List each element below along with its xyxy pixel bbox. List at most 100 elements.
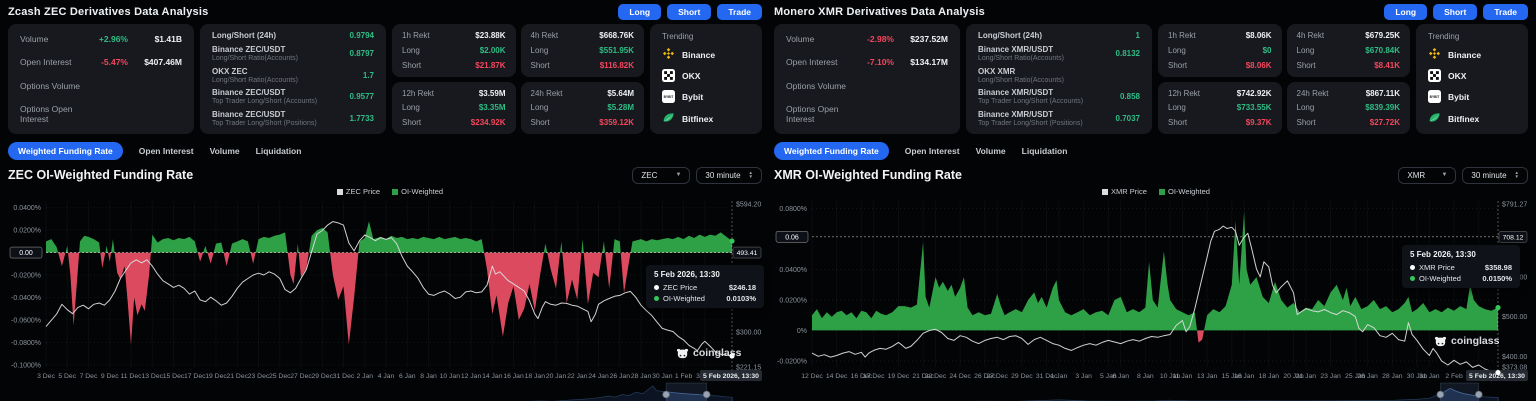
- ratio-row: Binance XMR/USDTTop Trader Long/Short (A…: [978, 88, 1140, 105]
- svg-text:19 Dec: 19 Dec: [205, 373, 227, 380]
- oi-weighted-dot-icon: [1410, 276, 1415, 281]
- price-dot-icon: [654, 285, 659, 290]
- tab-open-interest[interactable]: Open Interest: [139, 146, 194, 156]
- svg-text:16 Jan: 16 Jan: [1234, 373, 1255, 380]
- svg-text:28 Jan: 28 Jan: [631, 373, 652, 380]
- rekt-grid: 1h Rekt$23.88KLong$2.00KShort$21.87K 4h …: [392, 24, 644, 134]
- interval-stepper[interactable]: 30 minute▲▼: [1462, 167, 1528, 184]
- svg-text:27 Dec: 27 Dec: [986, 373, 1008, 380]
- svg-text:29 Dec: 29 Dec: [311, 373, 333, 380]
- svg-text:708.12: 708.12: [1503, 234, 1524, 241]
- long-button[interactable]: Long: [1384, 4, 1427, 20]
- tab-liquidation[interactable]: Liquidation: [256, 146, 302, 156]
- chart-title-zec: ZEC OI-Weighted Funding Rate: [8, 168, 193, 182]
- svg-text:$400.00: $400.00: [1502, 354, 1527, 361]
- zec-chart-tabs: Weighted Funding Rate Open Interest Volu…: [8, 142, 762, 159]
- xmr-funding-chart[interactable]: XMR Price OI-Weighted 0.0800%0.0400%0.02…: [774, 187, 1528, 401]
- long-button[interactable]: Long: [618, 4, 661, 20]
- trade-button[interactable]: Trade: [1483, 4, 1528, 20]
- svg-text:8 Jan: 8 Jan: [420, 373, 437, 380]
- svg-text:0.0200%: 0.0200%: [13, 228, 41, 235]
- oi-weighted-legend-swatch: [392, 189, 398, 195]
- volume-oi-card: Volume-2.98%$237.52M Open Interest-7.10%…: [774, 24, 960, 134]
- stepper-arrows-icon: ▲▼: [1515, 171, 1519, 179]
- svg-text:8 Jan: 8 Jan: [1137, 373, 1154, 380]
- trending-item-bitfinex[interactable]: Bitfinex: [662, 111, 750, 126]
- bybit-icon: BYBIT: [1428, 90, 1441, 105]
- stat-row-volume: Volume+2.96%$1.41B: [20, 34, 182, 44]
- ratio-row: OKX XMRLong/Short Ratio(Accounts): [978, 67, 1140, 84]
- zec-panel: Zcash ZEC Derivatives Data Analysis Long…: [8, 3, 762, 401]
- coin-select[interactable]: ZEC▼: [632, 167, 690, 184]
- svg-text:22 Jan: 22 Jan: [567, 373, 588, 380]
- coin-select[interactable]: XMR▼: [1398, 167, 1456, 184]
- svg-text:-0.0200%: -0.0200%: [11, 273, 41, 280]
- stat-row-options-oi: Options Open Interest: [20, 104, 182, 124]
- svg-text:26 Jan: 26 Jan: [1357, 373, 1378, 380]
- bitfinex-icon: [1428, 111, 1441, 126]
- trending-item-bitfinex[interactable]: Bitfinex: [1428, 111, 1516, 126]
- svg-text:16 Jan: 16 Jan: [503, 373, 524, 380]
- svg-text:26 Jan: 26 Jan: [610, 373, 631, 380]
- tab-weighted-funding-rate[interactable]: Weighted Funding Rate: [8, 142, 123, 160]
- tab-open-interest[interactable]: Open Interest: [905, 146, 960, 156]
- tab-weighted-funding-rate[interactable]: Weighted Funding Rate: [774, 142, 889, 160]
- xmr-chart-tabs: Weighted Funding Rate Open Interest Volu…: [774, 142, 1528, 159]
- trending-item-bybit[interactable]: BYBITBybit: [662, 90, 750, 105]
- svg-text:-0.0600%: -0.0600%: [11, 317, 41, 324]
- svg-text:31 Jan: 31 Jan: [1419, 373, 1440, 380]
- change-badge: -7.10%: [852, 57, 894, 67]
- short-button[interactable]: Short: [667, 4, 711, 20]
- volume-oi-card: Volume+2.96%$1.41B Open Interest-5.47%$4…: [8, 24, 194, 134]
- svg-text:18 Jan: 18 Jan: [525, 373, 546, 380]
- tab-volume[interactable]: Volume: [210, 146, 240, 156]
- trending-item-bybit[interactable]: BYBITBybit: [1428, 90, 1516, 105]
- rekt-tile-1h: 1h Rekt$23.88KLong$2.00KShort$21.87K: [392, 24, 516, 77]
- svg-text:1 Jan: 1 Jan: [1051, 373, 1068, 380]
- trending-item-okx[interactable]: OKX: [662, 69, 750, 84]
- svg-text:15 Dec: 15 Dec: [163, 373, 185, 380]
- bybit-icon: BYBIT: [662, 90, 675, 105]
- tab-liquidation[interactable]: Liquidation: [1022, 146, 1068, 156]
- long-short-ratios-card: Long/Short (24h)1 Binance XMR/USDTLong/S…: [966, 24, 1152, 134]
- svg-text:20 Jan: 20 Jan: [546, 373, 567, 380]
- okx-icon: [1428, 69, 1441, 84]
- svg-text:BYBIT: BYBIT: [664, 95, 674, 99]
- svg-text:BYBIT: BYBIT: [1430, 95, 1440, 99]
- trending-item-okx[interactable]: OKX: [1428, 69, 1516, 84]
- change-badge: +2.96%: [86, 34, 128, 44]
- stepper-arrows-icon: ▲▼: [749, 171, 753, 179]
- stat-row-options-volume: Options Volume: [786, 81, 948, 91]
- svg-text:0.0400%: 0.0400%: [779, 267, 807, 274]
- svg-text:5 Dec: 5 Dec: [58, 373, 76, 380]
- svg-text:23 Jan: 23 Jan: [1320, 373, 1341, 380]
- xmr-chart-header: XMR OI-Weighted Funding Rate XMR▼ 30 min…: [774, 165, 1528, 185]
- xmr-panel-header: Monero XMR Derivatives Data Analysis Lon…: [774, 3, 1528, 20]
- svg-text:14 Jan: 14 Jan: [482, 373, 503, 380]
- trending-item-binance[interactable]: Binance: [662, 47, 750, 62]
- zec-funding-chart[interactable]: ZEC Price OI-Weighted 0.0400%0.0200%-0.0…: [8, 187, 762, 401]
- chart-canvas[interactable]: 0.0800%0.0400%0.0200%0%-0.0200%$791.27$6…: [774, 187, 1528, 401]
- svg-text:$500.00: $500.00: [1502, 314, 1527, 321]
- binance-icon: [662, 47, 675, 62]
- change-badge: -2.98%: [852, 34, 894, 44]
- chart-title-xmr: XMR OI-Weighted Funding Rate: [774, 168, 962, 182]
- ratio-row: Binance XMR/USDTLong/Short Ratio(Account…: [978, 45, 1140, 62]
- svg-text:21 Jan: 21 Jan: [1296, 373, 1317, 380]
- tab-volume[interactable]: Volume: [976, 146, 1006, 156]
- svg-text:11 Jan: 11 Jan: [1172, 373, 1192, 380]
- chart-legend: XMR Price OI-Weighted: [774, 187, 1528, 196]
- svg-text:$594.20: $594.20: [736, 202, 761, 209]
- svg-text:24 Jan: 24 Jan: [588, 373, 609, 380]
- stat-row-options-oi: Options Open Interest: [786, 104, 948, 124]
- zec-chart-header: ZEC OI-Weighted Funding Rate ZEC▼ 30 min…: [8, 165, 762, 185]
- trade-button[interactable]: Trade: [717, 4, 762, 20]
- rekt-grid: 1h Rekt$8.06KLong$0Short$8.06K 4h Rekt$6…: [1158, 24, 1410, 134]
- xmr-panel: Monero XMR Derivatives Data Analysis Lon…: [774, 3, 1528, 401]
- interval-stepper[interactable]: 30 minute▲▼: [696, 167, 762, 184]
- coinglass-cow-icon: [676, 348, 689, 359]
- svg-text:0.00: 0.00: [19, 250, 33, 257]
- svg-text:6 Jan: 6 Jan: [1112, 373, 1129, 380]
- trending-item-binance[interactable]: Binance: [1428, 47, 1516, 62]
- short-button[interactable]: Short: [1433, 4, 1477, 20]
